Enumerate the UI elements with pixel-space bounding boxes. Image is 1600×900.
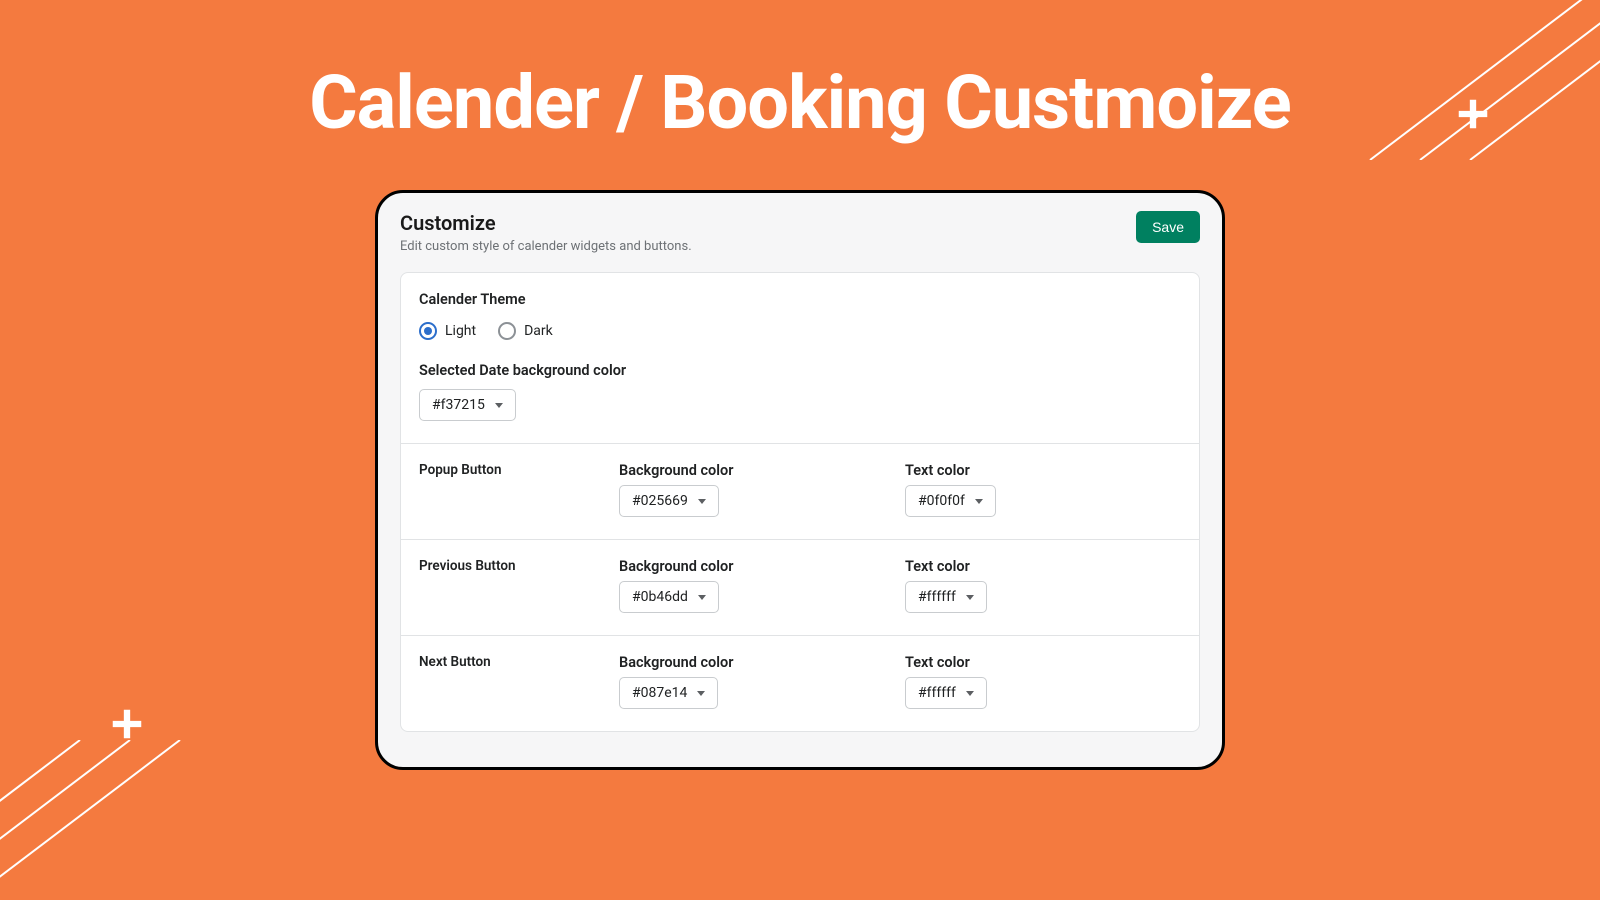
prev-bg-color-dropdown[interactable]: #0b46dd (619, 581, 719, 613)
prev-text-color-dropdown[interactable]: #ffffff (905, 581, 987, 613)
color-value: #025669 (632, 493, 688, 509)
selected-date-color-dropdown[interactable]: #f37215 (419, 389, 516, 421)
page-subtitle: Edit custom style of calender widgets an… (400, 239, 692, 254)
plus-decor-top-right (1454, 95, 1492, 140)
popup-bg-color-dropdown[interactable]: #025669 (619, 485, 719, 517)
popup-text-color-dropdown[interactable]: #0f0f0f (905, 485, 996, 517)
radio-dark[interactable]: Dark (498, 322, 553, 340)
popup-bg-label: Background color (619, 462, 895, 479)
chevron-down-icon (495, 403, 503, 408)
settings-card: Calender Theme Light Dark Selected Date … (400, 272, 1200, 732)
page-title: Customize (400, 211, 692, 235)
popup-text-label: Text color (905, 462, 1181, 479)
chevron-down-icon (698, 499, 706, 504)
section-popup-button: Popup Button Background color #025669 Te… (401, 444, 1199, 540)
color-value: #ffffff (918, 685, 956, 701)
diagonal-lines-bottom-left (0, 740, 290, 900)
settings-window: Customize Edit custom style of calender … (375, 190, 1225, 770)
next-bg-color-dropdown[interactable]: #087e14 (619, 677, 718, 709)
chevron-down-icon (975, 499, 983, 504)
radio-icon (419, 322, 437, 340)
color-value: #ffffff (918, 589, 956, 605)
chevron-down-icon (966, 595, 974, 600)
prev-section-label: Previous Button (419, 558, 609, 574)
theme-radio-group: Light Dark (419, 322, 1181, 340)
theme-section-label: Calender Theme (419, 291, 1181, 308)
color-value: #0b46dd (632, 589, 688, 605)
radio-icon (498, 322, 516, 340)
color-value: #0f0f0f (918, 493, 965, 509)
prev-bg-label: Background color (619, 558, 895, 575)
next-section-label: Next Button (419, 654, 609, 670)
radio-dark-label: Dark (524, 323, 553, 339)
next-text-color-dropdown[interactable]: #ffffff (905, 677, 987, 709)
plus-decor-bottom-left (108, 705, 146, 750)
prev-text-label: Text color (905, 558, 1181, 575)
chevron-down-icon (966, 691, 974, 696)
selected-date-bg-label: Selected Date background color (419, 362, 1181, 379)
section-next-button: Next Button Background color #087e14 Tex… (401, 636, 1199, 731)
color-value: #087e14 (632, 685, 687, 701)
chevron-down-icon (697, 691, 705, 696)
color-value: #f37215 (432, 397, 485, 413)
hero-title: Calender / Booking Custmoize (0, 60, 1600, 147)
section-previous-button: Previous Button Background color #0b46dd… (401, 540, 1199, 636)
save-button[interactable]: Save (1136, 211, 1200, 243)
next-bg-label: Background color (619, 654, 895, 671)
radio-light[interactable]: Light (419, 322, 476, 340)
radio-light-label: Light (445, 323, 476, 339)
section-calender-theme: Calender Theme Light Dark Selected Date … (401, 273, 1199, 444)
window-header: Customize Edit custom style of calender … (400, 211, 1200, 254)
chevron-down-icon (698, 595, 706, 600)
popup-section-label: Popup Button (419, 462, 609, 478)
next-text-label: Text color (905, 654, 1181, 671)
